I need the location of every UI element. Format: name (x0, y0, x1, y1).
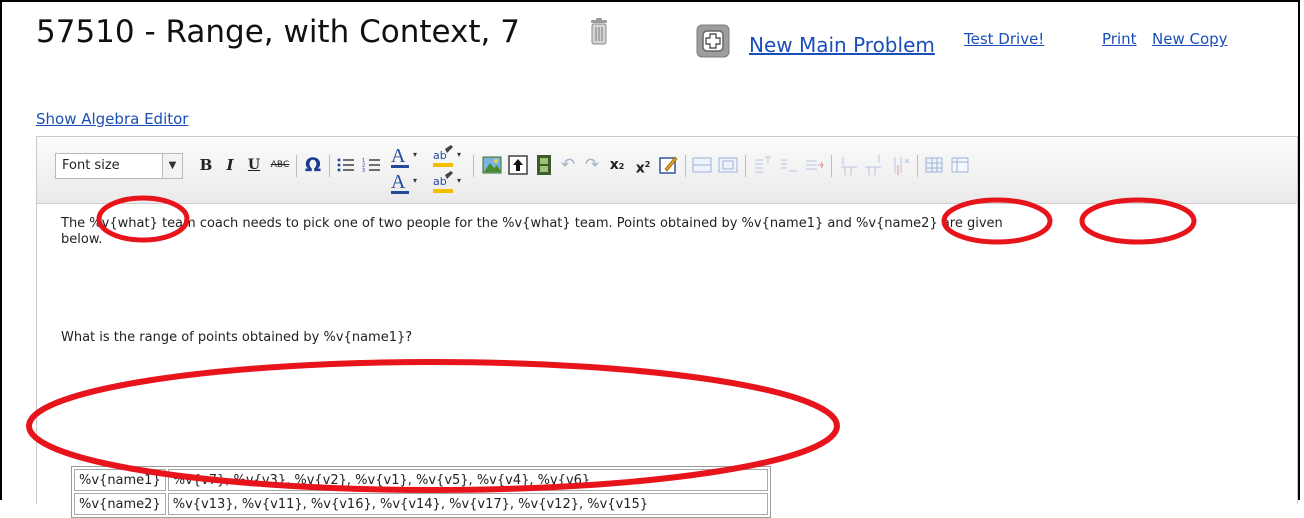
page-title: 57510 - Range, with Context, 7 (36, 14, 520, 50)
insert-image-icon[interactable] (481, 151, 503, 179)
redo-icon[interactable]: ↷ (583, 151, 601, 179)
upload-icon[interactable] (507, 151, 529, 179)
edit-icon[interactable] (657, 151, 679, 179)
toolbar-separator (831, 155, 832, 177)
insert-row-before-icon[interactable] (751, 151, 773, 179)
new-copy-link[interactable]: New Copy (1152, 30, 1228, 48)
bold-button[interactable]: B (197, 151, 215, 179)
svg-text:▾: ▾ (413, 150, 417, 159)
svg-text:ab: ab (433, 175, 447, 188)
editor-toolbar: Font size ▼ B I U ABC Ω 123 A ▾ A ▾ ab ▾… (37, 137, 1297, 204)
svg-text:▾: ▾ (457, 176, 461, 185)
delete-row-icon[interactable] (803, 151, 825, 179)
test-drive-link[interactable]: Test Drive! (964, 30, 1044, 48)
table-row: %v{name1} %v{v7}, %v{v3}, %v{v2}, %v{v1}… (74, 469, 768, 491)
undo-icon[interactable]: ↶ (559, 151, 577, 179)
table-cell-icon[interactable] (717, 151, 739, 179)
problem-text-line-1: The %v{what} team coach needs to pick on… (61, 216, 1003, 231)
rich-text-editor: Font size ▼ B I U ABC Ω 123 A ▾ A ▾ ab ▾… (36, 136, 1298, 518)
add-problem-icon[interactable] (696, 24, 730, 58)
problem-question: What is the range of points obtained by … (61, 330, 413, 345)
problem-text-line-2: below. (61, 232, 103, 247)
table-icon[interactable] (949, 151, 971, 179)
underline-button[interactable]: U (245, 151, 263, 179)
svg-text:▾: ▾ (413, 176, 417, 185)
special-character-button[interactable]: Ω (302, 151, 324, 179)
table-cell[interactable]: %v{v13}, %v{v11}, %v{v16}, %v{v14}, %v{v… (167, 493, 768, 515)
svg-text:A: A (391, 145, 406, 167)
text-color-icon[interactable]: A ▾ A ▾ (389, 141, 429, 197)
chevron-down-icon[interactable]: ▼ (163, 153, 183, 179)
font-size-select[interactable]: Font size (55, 153, 163, 179)
highlight-color-icon[interactable]: ab ▾ ab ▾ (431, 141, 471, 197)
insert-column-before-icon[interactable] (837, 151, 859, 179)
new-main-problem-link[interactable]: New Main Problem (749, 33, 935, 57)
toolbar-separator (917, 155, 918, 177)
svg-text:ab: ab (433, 149, 447, 162)
table-row-icon[interactable] (691, 151, 713, 179)
table-cell[interactable]: %v{v7}, %v{v3}, %v{v2}, %v{v1}, %v{v5}, … (167, 469, 768, 491)
insert-row-after-icon[interactable] (777, 151, 799, 179)
delete-column-icon[interactable] (889, 151, 911, 179)
show-algebra-editor-link[interactable]: Show Algebra Editor (36, 110, 188, 128)
bulleted-list-icon[interactable] (335, 151, 357, 179)
numbered-list-icon[interactable]: 123 (361, 151, 383, 179)
table-props-icon[interactable] (923, 151, 945, 179)
table-cell[interactable]: %v{name2} (74, 493, 166, 515)
svg-text:A: A (391, 171, 406, 193)
superscript-icon[interactable]: x2 (633, 151, 653, 179)
toolbar-separator (329, 155, 330, 177)
italic-button[interactable]: I (221, 151, 239, 179)
svg-text:3: 3 (362, 168, 365, 174)
toolbar-separator (296, 155, 297, 177)
trash-icon[interactable] (588, 18, 610, 46)
print-link[interactable]: Print (1102, 30, 1137, 48)
strikethrough-button[interactable]: ABC (269, 151, 291, 179)
insert-column-after-icon[interactable] (863, 151, 885, 179)
toolbar-separator (473, 155, 474, 177)
table-row: %v{name2} %v{v13}, %v{v11}, %v{v16}, %v{… (74, 493, 768, 515)
values-table: %v{name1} %v{v7}, %v{v3}, %v{v2}, %v{v1}… (71, 466, 771, 518)
svg-text:▾: ▾ (457, 150, 461, 159)
table-cell[interactable]: %v{name1} (74, 469, 166, 491)
toolbar-separator (685, 155, 686, 177)
subscript-icon[interactable]: x2 (607, 151, 627, 179)
media-icon[interactable] (533, 151, 555, 179)
toolbar-separator (745, 155, 746, 177)
